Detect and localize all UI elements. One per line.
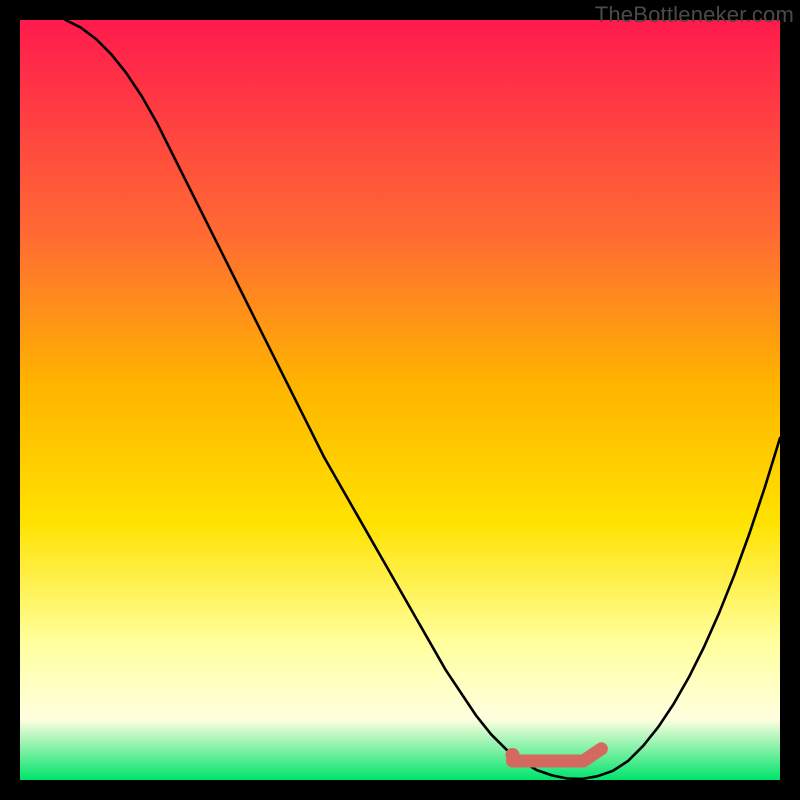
bottleneck-chart (20, 20, 780, 780)
watermark-text: TheBottleneker.com (595, 2, 794, 28)
optimal-point-marker (506, 748, 520, 762)
chart-frame (20, 20, 780, 780)
gradient-background (20, 20, 780, 780)
